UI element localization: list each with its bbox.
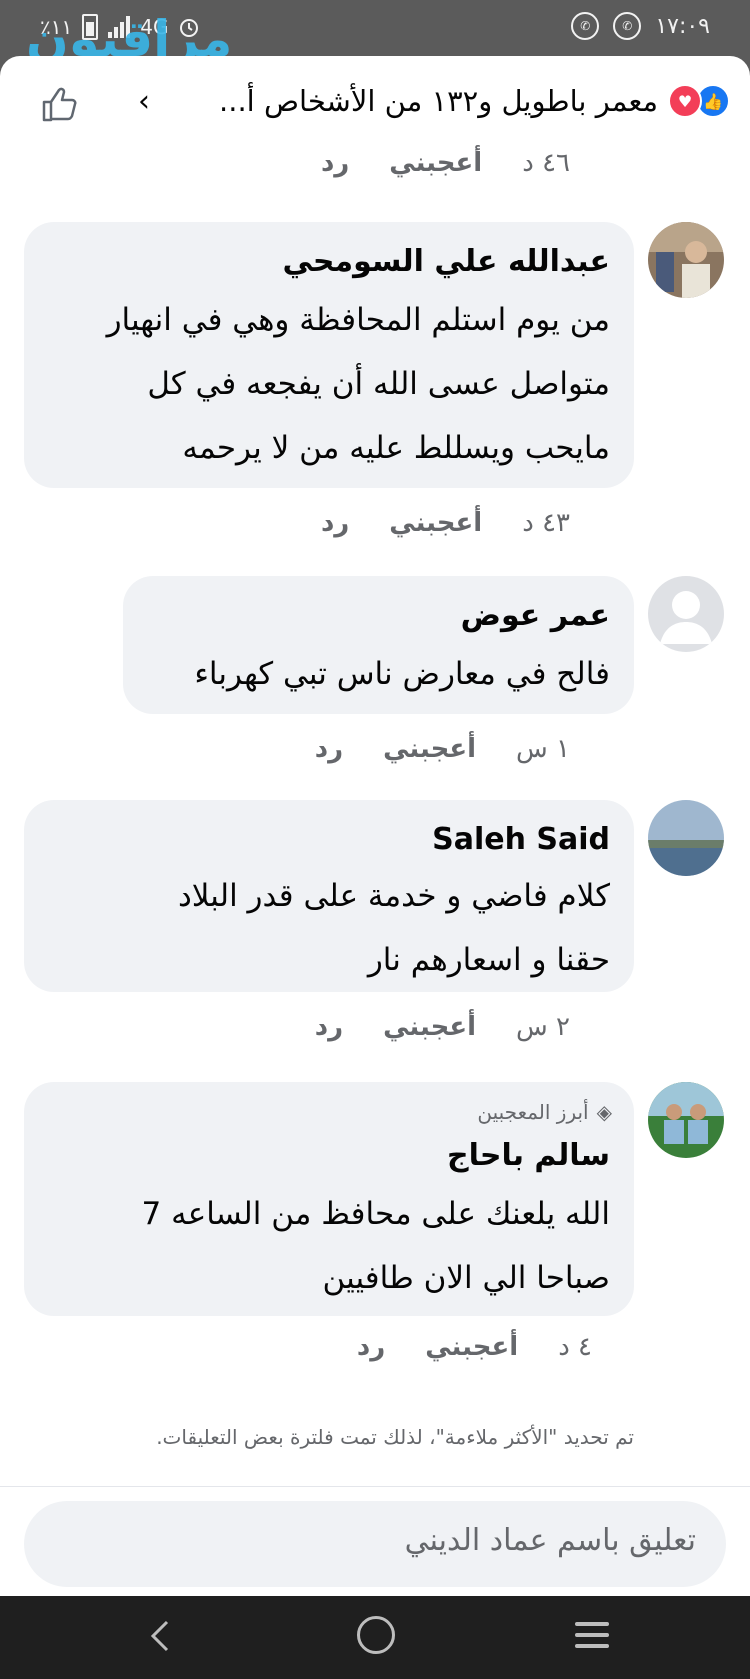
comment-time: ٤٣ د <box>522 508 570 538</box>
divider <box>0 1486 750 1487</box>
comment-line: متواصل عسى الله أن يفجعه في كل <box>147 366 610 402</box>
comment-line: حقنا و اسعارهم نار <box>367 942 610 978</box>
top-fan-badge: ◈ أبرز المعجبين <box>477 1100 612 1124</box>
comment-line: الله يلعنك على محافظ من الساعه 7 <box>141 1196 610 1232</box>
avatar[interactable] <box>648 222 724 298</box>
reaction-icons: 👍 ♥ <box>668 84 730 118</box>
reply-link[interactable]: رد <box>357 1332 385 1362</box>
reactions-summary[interactable]: معمر باطويل و١٣٢ من الأشخاص أ... <box>219 84 658 118</box>
top-fan-label: أبرز المعجبين <box>477 1100 589 1124</box>
comment-meta: ٤٦ د أعجبني رد <box>321 148 570 178</box>
avatar[interactable] <box>648 800 724 876</box>
like-link[interactable]: أعجبني <box>383 734 476 764</box>
comment-text: فالح في معارض ناس تبي كهرباء <box>194 642 610 706</box>
comment-line: كلام فاضي و خدمة على قدر البلاد <box>177 878 610 914</box>
whatsapp-icon: ✆ <box>613 12 642 40</box>
comment-line: من يوم استلم المحافظة وهي في انهيار <box>106 302 610 338</box>
comment-author[interactable]: Saleh Said <box>432 822 610 857</box>
comment-author[interactable]: عمر عوض <box>461 598 610 633</box>
comment-bubble[interactable]: عمر عوض فالح في معارض ناس تبي كهرباء <box>123 576 634 714</box>
comment-author[interactable]: سالم باحاج <box>447 1138 610 1173</box>
like-link[interactable]: أعجبني <box>389 148 482 178</box>
comments-sheet: 👍 ♥ معمر باطويل و١٣٢ من الأشخاص أ... › ٤… <box>0 56 750 1596</box>
chevron-right-icon[interactable]: › <box>138 84 150 119</box>
comment-line: فالح في معارض ناس تبي كهرباء <box>194 656 610 692</box>
comment-meta: ١ س أعجبني رد <box>315 734 570 764</box>
comment-input-placeholder: تعليق باسم عماد الديني <box>404 1523 696 1558</box>
comment-text: من يوم استلم المحافظة وهي في انهيار متوا… <box>107 288 610 480</box>
like-link[interactable]: أعجبني <box>383 1012 476 1042</box>
comment-author[interactable]: عبدالله علي السومحي <box>283 244 610 279</box>
home-icon[interactable] <box>357 1616 395 1654</box>
reply-link[interactable]: رد <box>321 148 349 178</box>
reply-link[interactable]: رد <box>315 734 343 764</box>
reactions-header[interactable]: 👍 ♥ معمر باطويل و١٣٢ من الأشخاص أ... › <box>0 56 750 146</box>
clock: ١٧:٠٩ <box>655 13 710 39</box>
comment-meta: ٤ د أعجبني رد <box>357 1332 592 1362</box>
reply-link[interactable]: رد <box>315 1012 343 1042</box>
comment-bubble[interactable]: ◈ أبرز المعجبين سالم باحاج الله يلعنك عل… <box>24 1082 634 1316</box>
comment-text: الله يلعنك على محافظ من الساعه 7 صباحا ا… <box>141 1182 610 1310</box>
like-thumb-icon[interactable] <box>38 84 78 124</box>
diamond-icon: ◈ <box>596 1100 612 1124</box>
comment-input[interactable]: تعليق باسم عماد الديني <box>24 1501 726 1587</box>
comment-line: مايحب ويسللط عليه من لا يرحمه <box>182 430 610 466</box>
comment-line: صباحا الي الان طافيين <box>322 1260 611 1296</box>
whatsapp-icon: ✆ <box>571 12 600 40</box>
like-link[interactable]: أعجبني <box>389 508 482 538</box>
filter-notice: تم تحديد "الأكثر ملاءمة"، لذلك تمت فلترة… <box>156 1425 634 1449</box>
comment-meta: ٢ س أعجبني رد <box>315 1012 570 1042</box>
status-right: ✆ ✆ ١٧:٠٩ <box>571 12 710 40</box>
comment-time: ٤٦ د <box>522 148 570 178</box>
avatar[interactable] <box>648 576 724 652</box>
system-nav-bar <box>0 1596 750 1679</box>
comment-bubble[interactable]: Saleh Said كلام فاضي و خدمة على قدر البل… <box>24 800 634 992</box>
recent-apps-icon[interactable] <box>575 1622 609 1655</box>
comment-text: كلام فاضي و خدمة على قدر البلاد حقنا و ا… <box>178 864 610 992</box>
comment-time: ٤ د <box>558 1332 592 1362</box>
comment-bubble[interactable]: عبدالله علي السومحي من يوم استلم المحافظ… <box>24 222 634 488</box>
like-link[interactable]: أعجبني <box>425 1332 518 1362</box>
reply-link[interactable]: رد <box>321 508 349 538</box>
avatar[interactable] <box>648 1082 724 1158</box>
comment-time: ١ س <box>516 734 570 764</box>
love-reaction-icon: ♥ <box>668 84 702 118</box>
comment-time: ٢ س <box>516 1012 570 1042</box>
back-icon[interactable] <box>145 1616 175 1656</box>
comment-meta: ٤٣ د أعجبني رد <box>321 508 570 538</box>
